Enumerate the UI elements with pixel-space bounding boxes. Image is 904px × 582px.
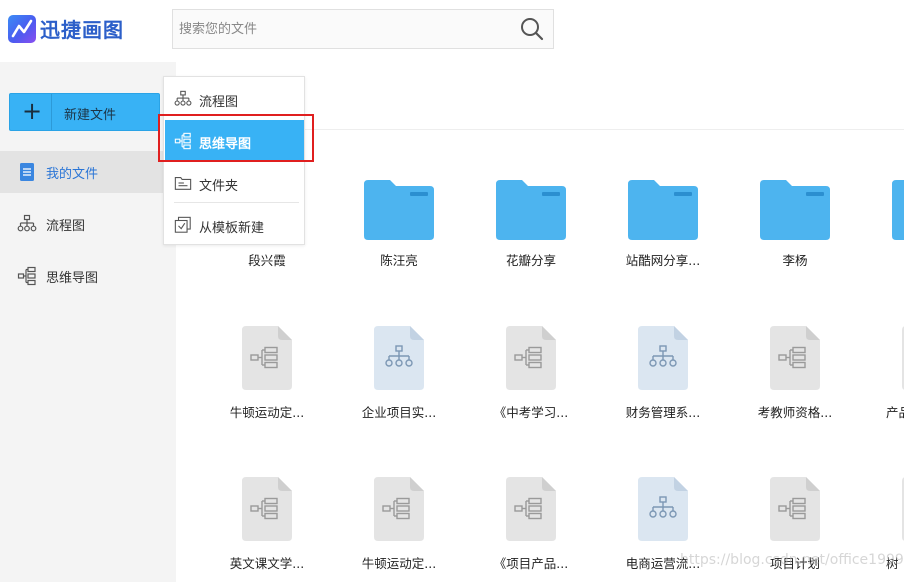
file-name: 产品: [886, 405, 904, 420]
mindmap-file-icon: [770, 477, 820, 541]
file-name: 《项目产品...: [493, 556, 569, 571]
file-name: 英文课文学...: [229, 556, 305, 571]
flowchart-file-icon: [374, 326, 424, 390]
menu-item-label: 文件夹: [199, 179, 239, 194]
file-item[interactable]: 企业项目实...: [344, 326, 454, 421]
sidebar-item-label: 我的文件: [46, 167, 99, 182]
app-name: 迅捷画图: [40, 18, 124, 42]
sidebar: + 新建文件 我的文件 流程图 思维导图: [0, 62, 176, 582]
document-icon: [20, 163, 34, 181]
folder-icon: [760, 180, 830, 240]
mindmap-file-icon: [506, 477, 556, 541]
folder-name: 段兴霞: [248, 253, 286, 268]
file-name: 企业项目实...: [361, 405, 437, 420]
file-item[interactable]: 财务管理系...: [608, 326, 718, 421]
flowchart-icon: [174, 90, 192, 106]
file-name: 牛顿运动定...: [361, 556, 437, 571]
file-name: 财务管理系...: [625, 405, 701, 420]
file-name: 考教师资格...: [757, 405, 833, 420]
sidebar-item-label: 流程图: [46, 219, 86, 234]
folder-name: 花瓣分享: [505, 253, 556, 268]
logo-icon: [8, 14, 36, 43]
folder-icon: [496, 180, 566, 240]
folder-name: 李杨: [782, 253, 808, 268]
file-name: 牛顿运动定...: [229, 405, 305, 420]
file-item[interactable]: 牛顿运动定...: [344, 477, 454, 572]
file-item[interactable]: 《中考学习...: [476, 326, 586, 421]
folder-item[interactable]: 李杨: [740, 176, 850, 268]
watermark: https://blog.csdn.net/office1999: [680, 552, 904, 568]
search-input[interactable]: [173, 10, 513, 48]
file-item[interactable]: 考教师资格...: [740, 326, 850, 421]
folder-item[interactable]: [872, 176, 904, 266]
sidebar-item-my-files[interactable]: 我的文件: [0, 151, 176, 193]
mindmap-file-icon: [770, 326, 820, 390]
file-item[interactable]: 《项目产品...: [476, 477, 586, 572]
button-divider: [51, 94, 52, 130]
folder-item[interactable]: 陈汪亮: [344, 176, 454, 268]
template-icon: [174, 216, 191, 233]
folder-item[interactable]: 花瓣分享: [476, 176, 586, 268]
folder-item[interactable]: 站酷网分享...: [608, 176, 718, 268]
menu-item-label: 流程图: [199, 95, 239, 110]
flowchart-file-icon: [638, 477, 688, 541]
sidebar-item-label: 思维导图: [46, 271, 99, 286]
plus-icon: +: [21, 97, 43, 125]
flowchart-icon: [17, 214, 37, 232]
sidebar-item-flowchart[interactable]: 流程图: [0, 203, 176, 245]
menu-item-from-template[interactable]: 从模板新建: [164, 204, 304, 244]
mindmap-file-icon: [506, 326, 556, 390]
new-file-button[interactable]: + 新建文件: [9, 93, 160, 131]
menu-item-label: 从模板新建: [199, 221, 265, 236]
folder-name: 站酷网分享...: [625, 253, 701, 268]
mindmap-icon: [17, 266, 36, 286]
menu-divider: [174, 202, 299, 203]
app-logo[interactable]: 迅捷画图: [8, 14, 124, 43]
sidebar-item-mindmap[interactable]: 思维导图: [0, 255, 176, 297]
mindmap-file-icon: [242, 477, 292, 541]
folder-icon: [364, 180, 434, 240]
menu-item-flowchart[interactable]: 流程图: [164, 78, 304, 118]
mindmap-file-icon: [374, 477, 424, 541]
file-item[interactable]: 英文课文学...: [212, 477, 322, 572]
file-item[interactable]: 牛顿运动定...: [212, 326, 322, 421]
highlight-box: [158, 114, 314, 162]
mindmap-file-icon: [242, 326, 292, 390]
folder-name: 陈汪亮: [380, 253, 418, 268]
folder-icon: [628, 180, 698, 240]
folder-outline-icon: [174, 177, 192, 190]
folder-icon: [892, 180, 904, 240]
new-file-label: 新建文件: [64, 108, 117, 123]
search-icon[interactable]: [519, 16, 545, 42]
search-box: [172, 9, 554, 49]
file-item[interactable]: 产品: [872, 326, 904, 421]
menu-item-folder[interactable]: 文件夹: [164, 162, 304, 202]
header: 迅捷画图: [0, 0, 904, 62]
file-name: 《中考学习...: [493, 405, 569, 420]
flowchart-file-icon: [638, 326, 688, 390]
